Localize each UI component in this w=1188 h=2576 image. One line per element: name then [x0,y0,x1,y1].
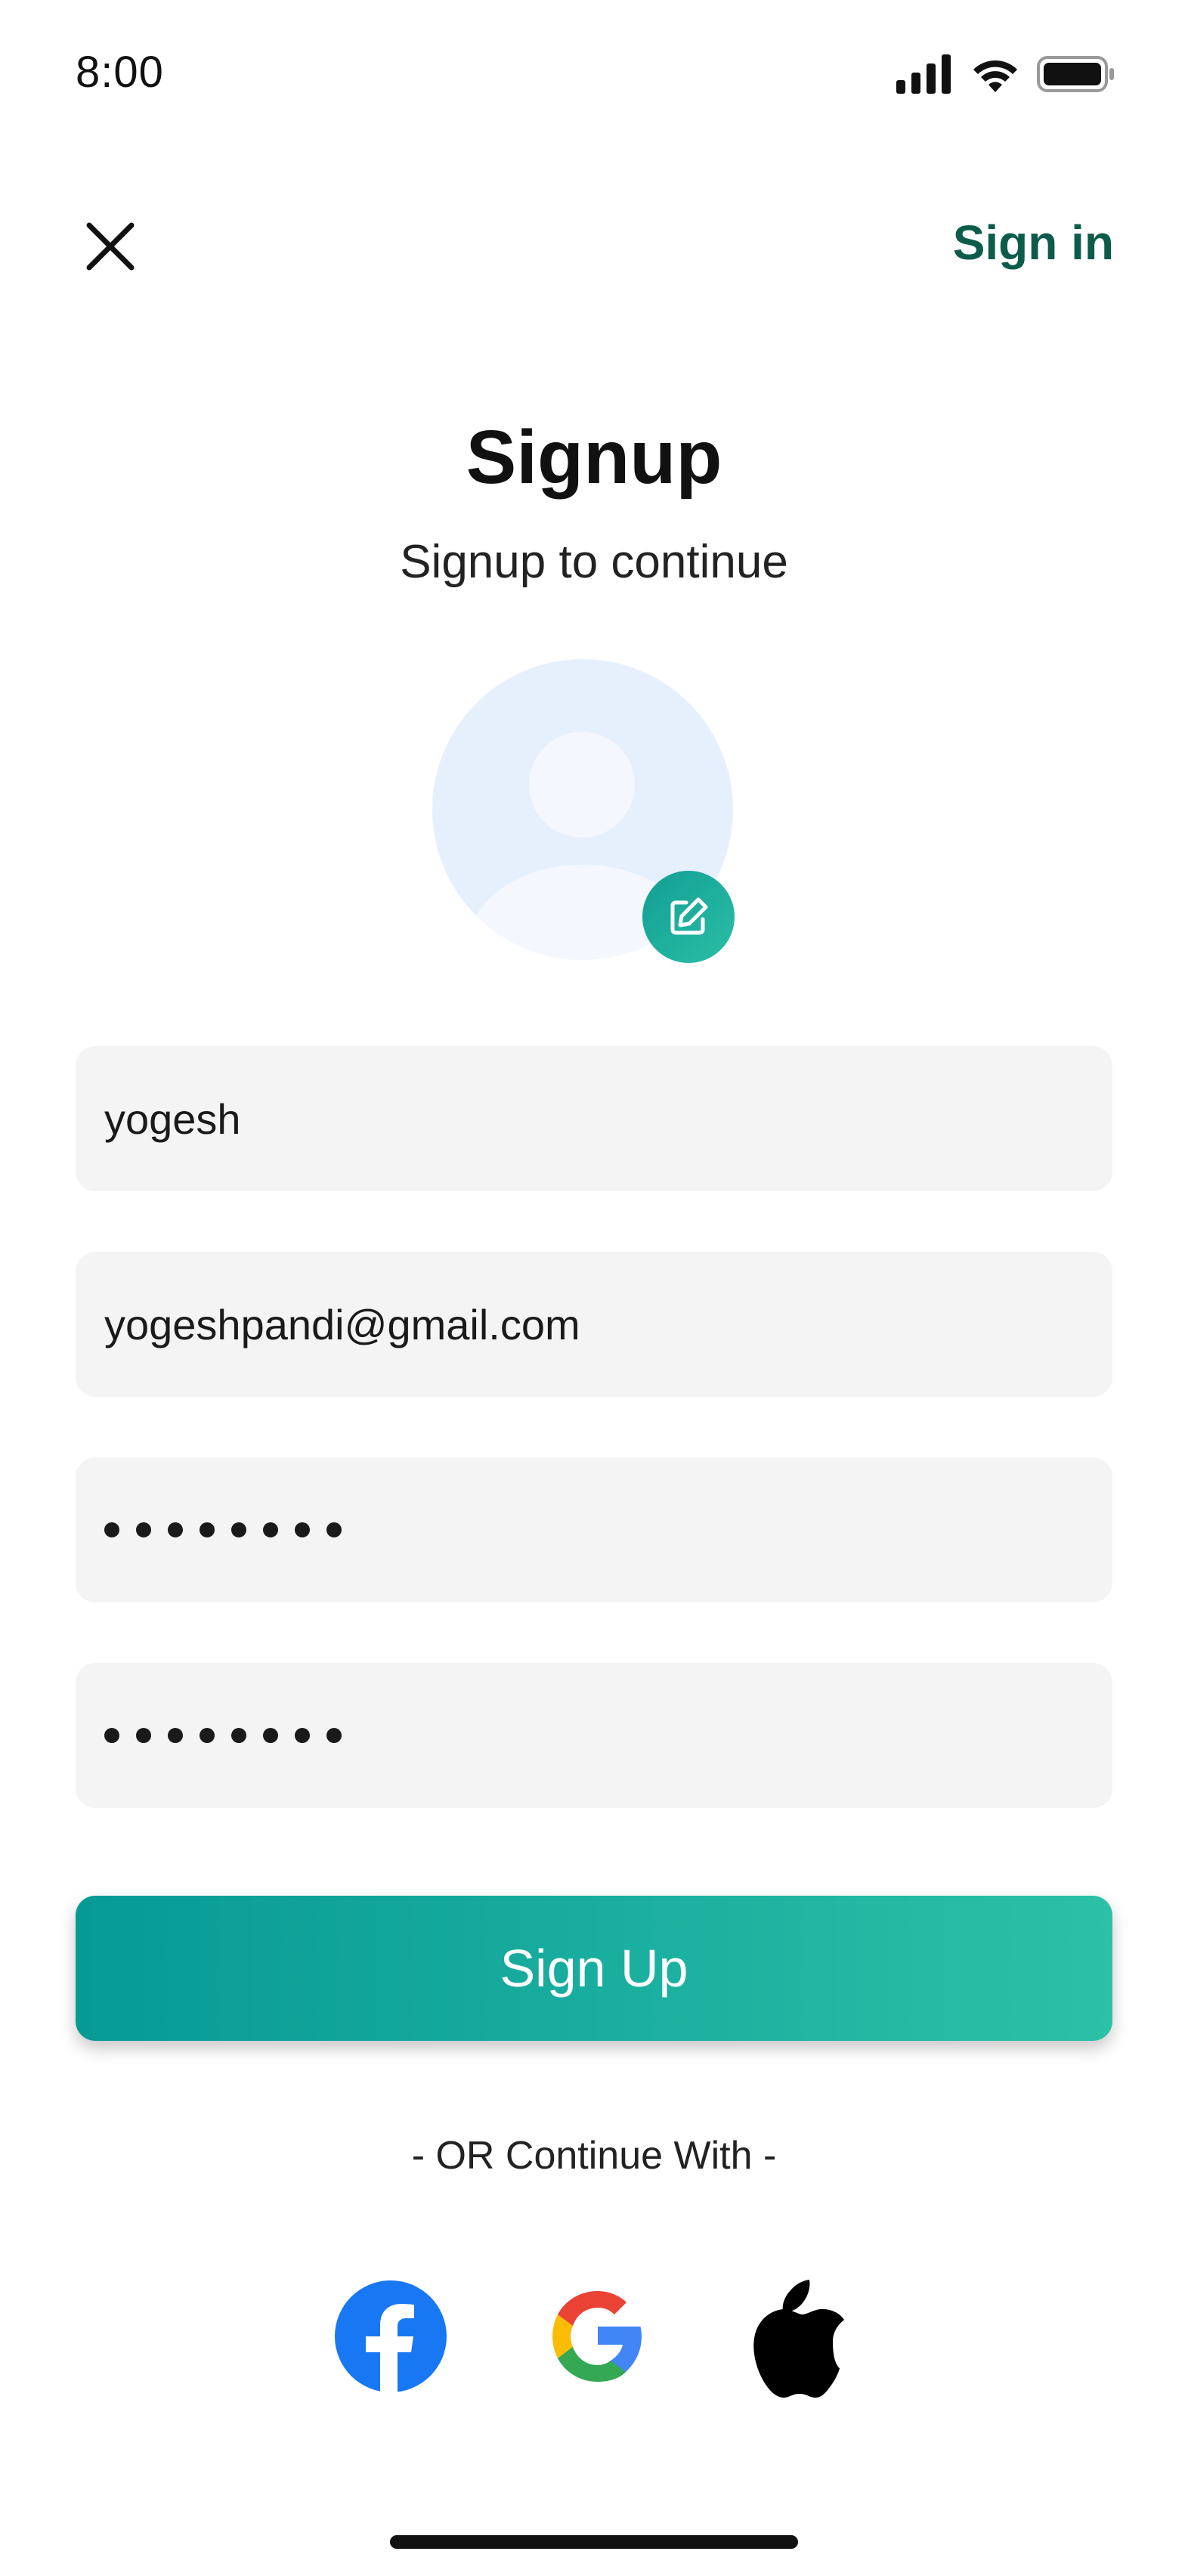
mask-dot [104,1728,119,1743]
name-field[interactable]: yogesh [76,1046,1112,1191]
facebook-login-button[interactable] [333,2275,449,2398]
apple-icon [753,2280,844,2398]
edit-icon [670,897,708,935]
page-title: Signup [466,415,722,500]
name-field-value: yogesh [104,1094,241,1143]
page-subtitle: Signup to continue [400,536,788,588]
sign-up-button[interactable]: Sign Up [76,1896,1112,2041]
home-indicator [390,2535,798,2549]
mask-dot [263,1522,278,1537]
sign-up-button-label: Sign Up [500,1939,688,1998]
mask-dot [136,1522,151,1537]
mask-dot [200,1728,215,1743]
status-icons [896,54,1115,98]
mask-dot [231,1522,246,1537]
apple-login-button[interactable] [741,2275,857,2398]
mask-dot [231,1728,246,1743]
mask-dot [326,1728,342,1743]
facebook-icon [335,2280,447,2393]
avatar-head [529,732,635,838]
password-field[interactable] [76,1457,1112,1602]
status-time: 8:00 [76,48,164,97]
mask-dot [326,1522,342,1537]
or-continue-with-text: - OR Continue With - [411,2134,777,2178]
battery-icon [1037,54,1115,98]
mask-dot [295,1728,310,1743]
mask-dot [200,1522,215,1537]
mask-dot [104,1522,119,1537]
wifi-icon [970,54,1020,98]
email-field-value: yogeshpandi@gmail.com [104,1300,580,1348]
mask-dot [136,1728,151,1743]
mask-dot [168,1522,183,1537]
mask-dot [168,1728,183,1743]
close-icon [86,222,135,271]
close-button[interactable] [83,219,138,274]
confirm-password-field[interactable] [76,1663,1112,1808]
mask-dot [263,1728,278,1743]
google-icon [552,2291,642,2382]
mask-dot [295,1522,310,1537]
password-mask [104,1522,342,1537]
edit-avatar-button[interactable] [642,871,735,963]
sign-in-link[interactable]: Sign in [953,215,1114,271]
email-field[interactable]: yogeshpandi@gmail.com [76,1252,1112,1397]
google-login-button[interactable] [540,2275,656,2398]
status-bar: 8:00 [0,0,1188,151]
cellular-signal-icon [896,54,954,98]
confirm-password-mask [104,1728,342,1743]
